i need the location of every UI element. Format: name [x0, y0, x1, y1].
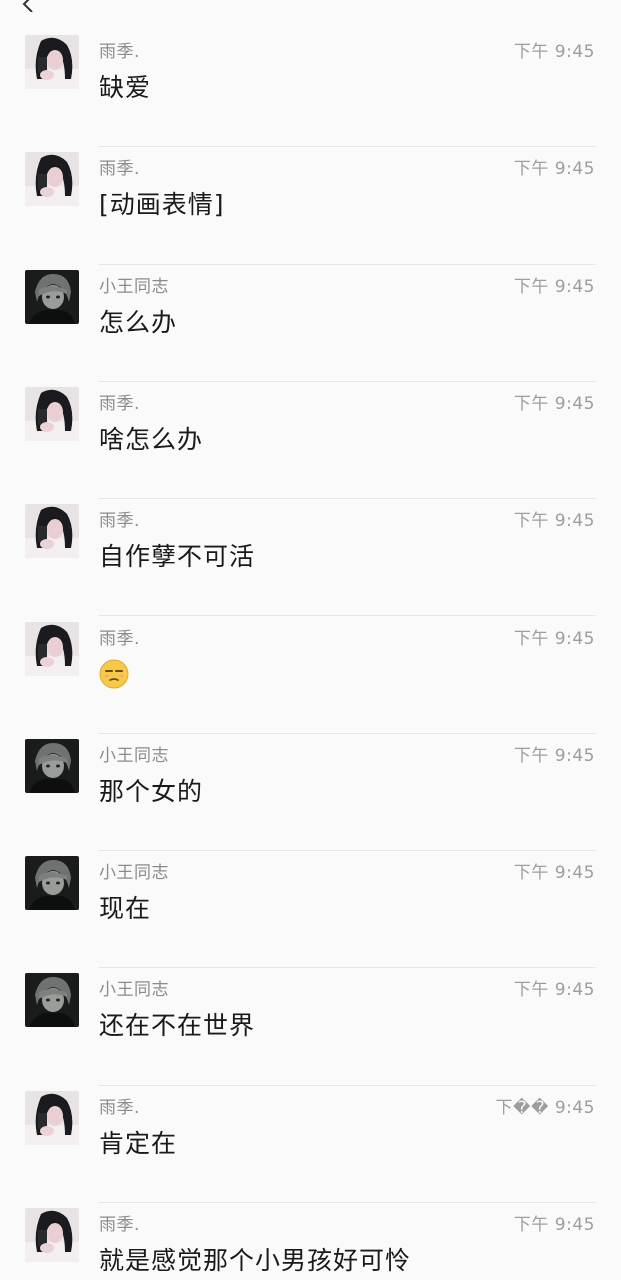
message-time: 下午 9:45	[513, 628, 595, 649]
sender-name: 雨季.	[99, 42, 140, 62]
message-item[interactable]: 雨季. 下�� 9:45 肯定在	[0, 1086, 621, 1203]
avatar-yuji[interactable]	[25, 35, 79, 89]
avatar-yuji[interactable]	[25, 152, 79, 207]
avatar-xiaowang[interactable]	[25, 973, 79, 1028]
message-text: 还在不在世界	[99, 1011, 256, 1041]
avatar-yuji[interactable]	[25, 621, 79, 676]
message-item[interactable]: 雨季. 下午 9:45 就是感觉那个小男孩好可怜	[0, 1203, 621, 1280]
avatar-yuji[interactable]	[25, 504, 79, 559]
message-text: 自作孽不可活	[99, 542, 256, 572]
message-time: 下午 9:45	[513, 159, 595, 180]
sender-name: 雨季.	[99, 628, 140, 649]
unamused-face-emoji-icon	[99, 659, 129, 689]
avatar-yuji[interactable]	[25, 1090, 79, 1145]
message-item[interactable]: 小王同志 下午 9:45 那个女的	[0, 734, 621, 852]
message-item[interactable]: 雨季. 下午 9:45	[0, 617, 621, 734]
top-bar	[0, 0, 621, 30]
message-text: 缺爱	[99, 73, 152, 102]
message-text: 现在	[99, 894, 152, 924]
message-text: [动画表情]	[99, 190, 225, 220]
sender-name: 小王同志	[99, 745, 169, 766]
sender-name: 雨季.	[99, 1215, 140, 1235]
sender-name: 雨季.	[99, 159, 140, 180]
avatar-yuji[interactable]	[25, 386, 79, 441]
message-text: 怎么办	[99, 307, 178, 337]
message-time: 下午 9:45	[513, 863, 595, 884]
message-time: 下午 9:45	[513, 42, 595, 62]
message-item[interactable]: 雨季. 下午 9:45 [动画表情]	[0, 147, 621, 265]
message-time: 下午 9:45	[513, 980, 595, 1001]
avatar-xiaowang[interactable]	[25, 856, 79, 911]
message-time: 下午 9:45	[513, 276, 595, 297]
message-time: 下午 9:45	[513, 511, 595, 532]
message-text: 就是感觉那个小男孩好可怜	[99, 1246, 412, 1275]
avatar-yuji[interactable]	[25, 1208, 79, 1262]
message-item[interactable]: 小王同志 下午 9:45 还在不在世界	[0, 968, 621, 1086]
message-time: 下午 9:45	[513, 393, 595, 414]
chat-history-page: 雨季. 下午 9:45 缺爱 雨季. 下午 9:45 [动画表情] 小王同志 下午 9:45 怎…	[0, 0, 621, 1280]
message-time: 下午 9:45	[513, 1215, 595, 1235]
avatar-xiaowang[interactable]	[25, 738, 79, 793]
message-text: 肯定在	[99, 1128, 178, 1158]
message-item[interactable]: 小王同志 下午 9:45 怎么办	[0, 265, 621, 382]
sender-name: 雨季.	[99, 1097, 140, 1118]
sender-name: 小王同志	[99, 980, 169, 1001]
sender-name: 雨季.	[99, 393, 140, 414]
message-time: 下�� 9:45	[495, 1097, 595, 1118]
message-item[interactable]: 雨季. 下午 9:45 自作孽不可活	[0, 499, 621, 617]
message-item[interactable]: 小王同志 下午 9:45 现在	[0, 851, 621, 969]
sender-name: 雨季.	[99, 511, 140, 532]
message-text: 那个女的	[99, 776, 204, 806]
chevron-left-icon[interactable]	[18, 0, 42, 12]
avatar-xiaowang[interactable]	[25, 269, 79, 324]
message-text: 啥怎么办	[99, 424, 204, 454]
message-item[interactable]: 雨季. 下午 9:45 啥怎么办	[0, 382, 621, 500]
sender-name: 小王同志	[99, 276, 169, 297]
message-time: 下午 9:45	[513, 745, 595, 766]
message-item[interactable]: 雨季. 下午 9:45 缺爱	[0, 30, 621, 148]
sender-name: 小王同志	[99, 863, 169, 884]
